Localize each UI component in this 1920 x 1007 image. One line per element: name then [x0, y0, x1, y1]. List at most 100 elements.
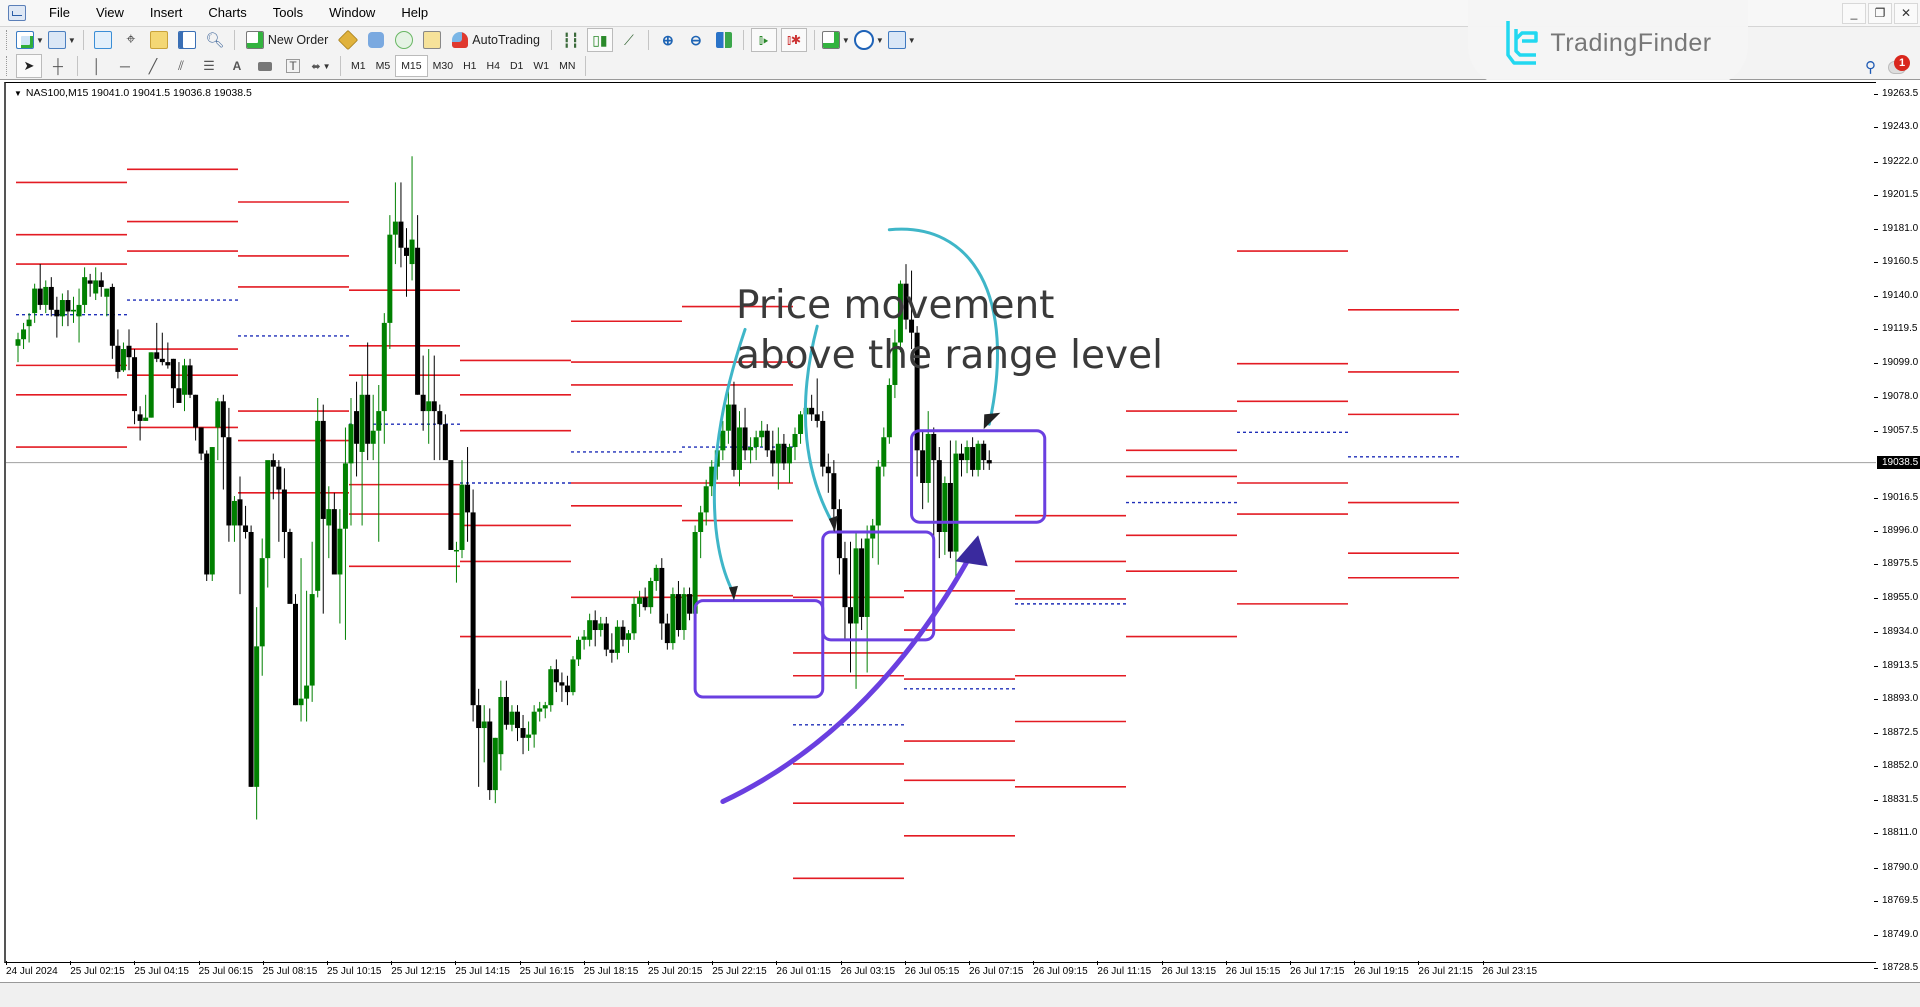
- timeframe-mn[interactable]: MN: [554, 56, 580, 76]
- text-label-tool[interactable]: T: [281, 55, 305, 77]
- autotrading-label: AutoTrading: [472, 33, 540, 47]
- periods-button[interactable]: ▼: [853, 29, 884, 51]
- timeframe-h1[interactable]: H1: [458, 56, 481, 76]
- candle-body: [970, 447, 976, 470]
- price-tick-label: 19119.5: [1873, 323, 1917, 334]
- bar-chart-button[interactable]: ┇┇: [559, 29, 583, 51]
- time-tick-label: 25 Jul 18:15: [583, 961, 639, 977]
- candle-body: [481, 721, 487, 729]
- signals-icon: [368, 32, 385, 48]
- indicators-button[interactable]: ▼: [821, 29, 850, 51]
- menu-help[interactable]: Help: [388, 0, 441, 26]
- candle-body: [664, 623, 670, 644]
- menu-insert[interactable]: Insert: [137, 0, 196, 26]
- line-chart-button[interactable]: ⟋: [617, 29, 641, 51]
- chevron-down-icon: ▼: [67, 35, 76, 45]
- terminal-button[interactable]: [175, 29, 199, 51]
- new-chart-icon: [16, 31, 34, 49]
- candle-body: [592, 620, 598, 631]
- close-button[interactable]: ✕: [1894, 3, 1918, 24]
- price-tick-label: 19263.5: [1873, 88, 1918, 99]
- menu-view[interactable]: View: [83, 0, 137, 26]
- price-axis[interactable]: 19263.5 19243.0 19222.0 19201.5 19181.0 19160…: [1873, 80, 1920, 989]
- candle-body: [564, 685, 570, 693]
- restore-button[interactable]: ❐: [1868, 3, 1892, 24]
- candle-body: [786, 447, 792, 464]
- candlestick-chart-button[interactable]: ▯▮: [586, 28, 613, 52]
- vertical-line-tool[interactable]: │: [85, 55, 109, 77]
- candle-body: [26, 319, 32, 327]
- autoscroll-button[interactable]: ⫾✱: [780, 28, 807, 52]
- new-chart-button[interactable]: ▼: [16, 29, 44, 51]
- crosshair-tool[interactable]: ┼: [46, 55, 70, 77]
- new-order-button[interactable]: New Order: [242, 29, 332, 51]
- time-axis[interactable]: 24 Jul 2024 25 Jul 02:15 25 Jul 04:15 25 Ju…: [0, 961, 1876, 984]
- signals-button[interactable]: [364, 29, 388, 51]
- price-tick-label: 18913.5: [1873, 659, 1919, 671]
- search-icon[interactable]: ⚲: [1865, 58, 1876, 76]
- timeframe-m5[interactable]: M5: [371, 56, 396, 76]
- menu-window[interactable]: Window: [316, 0, 388, 26]
- candle-body: [43, 286, 49, 305]
- vps-button[interactable]: [392, 29, 416, 51]
- candle-body: [21, 329, 27, 340]
- data-window-button[interactable]: ⌖: [119, 29, 143, 51]
- price-tick-label: 19181.0: [1873, 223, 1918, 234]
- horizontal-line-tool[interactable]: ─: [113, 55, 137, 77]
- label-tool[interactable]: [253, 55, 277, 77]
- toolbar-grip[interactable]: [6, 30, 10, 50]
- price-tick-text: 18913.5: [1882, 659, 1919, 671]
- minimize-button[interactable]: _: [1842, 3, 1866, 24]
- fibonacci-tool[interactable]: ☰: [197, 55, 221, 77]
- tile-windows-button[interactable]: [712, 29, 736, 51]
- toolbar-grip[interactable]: [6, 56, 10, 76]
- candle-body: [320, 420, 326, 519]
- trendline-tool[interactable]: ╱: [141, 55, 165, 77]
- price-tick-label: 19243.0: [1873, 121, 1918, 132]
- menu-file[interactable]: File: [36, 0, 83, 26]
- chart-shift-button[interactable]: ⫾▸: [750, 28, 777, 52]
- time-tick-label: 26 Jul 01:15: [776, 961, 831, 977]
- templates-button[interactable]: ▼: [887, 29, 916, 51]
- timeframe-m30[interactable]: M30: [428, 56, 458, 76]
- timeframe-m15[interactable]: M15: [395, 55, 428, 77]
- equidistant-channel-tool[interactable]: ⫽: [169, 55, 193, 77]
- candle-body: [598, 623, 604, 631]
- candle-body: [725, 404, 731, 431]
- arrows-tool[interactable]: ⬌ ▼: [309, 55, 333, 77]
- print-button[interactable]: [420, 29, 444, 51]
- candle-body: [814, 414, 820, 421]
- strategy-tester-button[interactable]: 🔍︎: [203, 29, 227, 51]
- candle-body: [703, 486, 709, 513]
- messages-button[interactable]: 1: [1888, 55, 1910, 75]
- separator: [813, 30, 815, 50]
- current-price-label: 19038.5: [1877, 455, 1920, 469]
- candle-body: [581, 636, 587, 640]
- zoom-out-button[interactable]: ⊖: [684, 29, 708, 51]
- candle-body: [831, 473, 837, 510]
- menu-tools[interactable]: Tools: [260, 0, 316, 26]
- timeframe-h4[interactable]: H4: [482, 56, 505, 76]
- autotrading-button[interactable]: AutoTrading: [448, 29, 544, 51]
- metaeditor-button[interactable]: [336, 29, 360, 51]
- timeframe-d1[interactable]: D1: [505, 56, 528, 76]
- zoom-in-button[interactable]: ⊕: [656, 29, 680, 51]
- menu-charts[interactable]: Charts: [195, 0, 259, 26]
- navigator-button[interactable]: [147, 29, 171, 51]
- candle-body: [415, 247, 421, 395]
- timeframe-m1[interactable]: M1: [346, 56, 371, 76]
- cursor-tool[interactable]: ➤: [16, 54, 42, 78]
- brand-name: TradingFinder: [1550, 28, 1712, 57]
- chart-plot-area[interactable]: ▼ NAS100,M15 19041.0 19041.5 19036.8 1903…: [4, 82, 1877, 963]
- market-watch-button[interactable]: [91, 29, 115, 51]
- candle-body: [392, 221, 398, 235]
- candle-body: [859, 548, 865, 617]
- candle-body: [176, 388, 182, 403]
- profiles-button[interactable]: ▼: [47, 29, 76, 51]
- candle-body: [753, 437, 759, 448]
- text-label-icon: T: [286, 59, 300, 73]
- candle-body: [620, 626, 626, 640]
- timeframe-w1[interactable]: W1: [528, 56, 554, 76]
- candle-body: [825, 466, 831, 474]
- text-tool[interactable]: A: [225, 55, 249, 77]
